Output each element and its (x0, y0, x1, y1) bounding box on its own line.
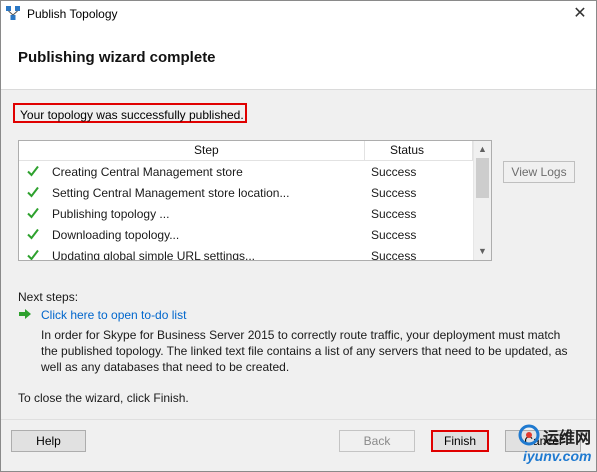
step-text: Updating global simple URL settings... (52, 249, 255, 261)
window-title: Publish Topology (27, 7, 118, 21)
help-button[interactable]: Help (11, 430, 86, 452)
table-row[interactable]: Downloading topology... Success (19, 224, 474, 245)
status-text: Success (371, 228, 417, 242)
status-text: Success (371, 207, 417, 221)
page-title: Publishing wizard complete (18, 49, 216, 66)
next-steps-info: In order for Skype for Business Server 2… (41, 328, 568, 374)
wizard-body: Your topology was successfully published… (1, 90, 596, 419)
check-icon (27, 228, 39, 240)
check-icon (27, 165, 39, 177)
green-arrow-icon (19, 309, 31, 319)
scroll-thumb[interactable] (476, 158, 489, 198)
success-message: Your topology was successfully published… (13, 103, 247, 123)
status-text: Success (371, 165, 417, 179)
scroll-down-icon[interactable]: ▼ (474, 243, 491, 260)
table-scrollbar[interactable]: ▲ ▼ (473, 141, 491, 260)
site-watermark: 运维网 iyunv.com (517, 421, 595, 469)
table-header: Step Status (19, 141, 474, 161)
check-icon (27, 207, 39, 219)
column-header-step[interactable]: Step (194, 143, 219, 157)
table-row[interactable]: Updating global simple URL settings... S… (19, 245, 474, 261)
title-bar: Publish Topology ✕ (1, 1, 596, 27)
watermark-url-text: iyunv.com (523, 448, 592, 464)
status-text: Success (371, 249, 417, 261)
publish-topology-dialog: Publish Topology ✕ Publishing wizard com… (0, 0, 597, 472)
step-text: Setting Central Management store locatio… (52, 186, 290, 200)
check-icon (27, 186, 39, 198)
check-icon (27, 249, 39, 260)
step-text: Publishing topology ... (52, 207, 170, 221)
scroll-up-icon[interactable]: ▲ (474, 141, 491, 158)
close-icon[interactable]: ✕ (570, 4, 590, 24)
status-text: Success (371, 186, 417, 200)
watermark-logo-icon (518, 424, 540, 446)
watermark-cn-text: 运维网 (543, 430, 592, 447)
wizard-header: Publishing wizard complete (1, 27, 596, 90)
next-steps-label: Next steps: (18, 290, 79, 304)
finish-button[interactable]: Finish (431, 430, 489, 452)
column-header-status[interactable]: Status (390, 143, 424, 157)
publish-log-table[interactable]: Step Status Creating Central Management … (18, 140, 492, 261)
topology-icon (6, 6, 20, 20)
todo-list-link[interactable]: Click here to open to-do list (41, 308, 186, 322)
table-row[interactable]: Creating Central Management store Succes… (19, 161, 474, 182)
step-text: Creating Central Management store (52, 165, 243, 179)
table-row[interactable]: Setting Central Management store locatio… (19, 182, 474, 203)
wizard-footer: Help Back Finish Cancel (1, 419, 596, 471)
table-row[interactable]: Publishing topology ... Success (19, 203, 474, 224)
view-logs-button[interactable]: View Logs (503, 161, 575, 183)
close-instruction: To close the wizard, click Finish. (18, 391, 189, 405)
back-button[interactable]: Back (339, 430, 415, 452)
step-text: Downloading topology... (52, 228, 180, 242)
column-divider (364, 141, 365, 160)
